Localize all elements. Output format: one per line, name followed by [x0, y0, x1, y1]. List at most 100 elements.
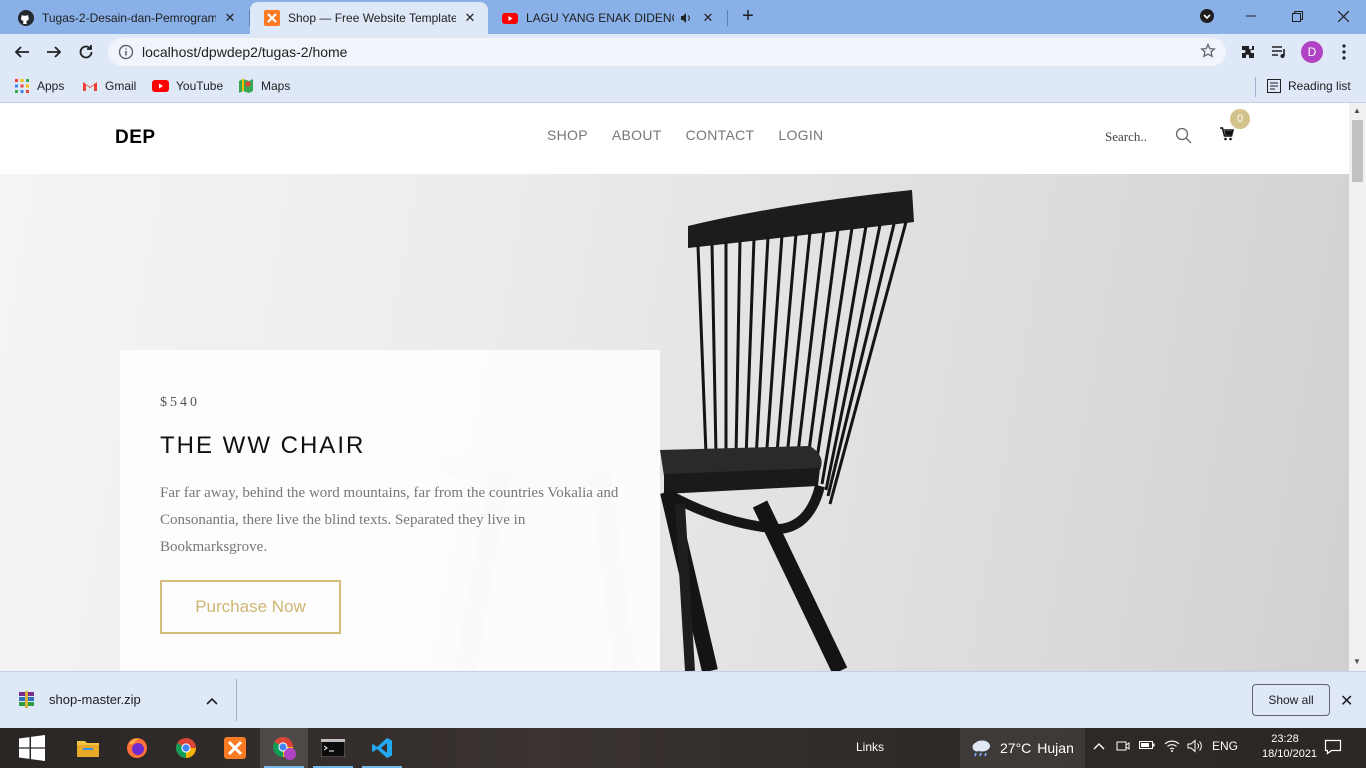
scroll-up-icon[interactable]: ▲ [1353, 106, 1361, 115]
chevron-up-icon[interactable] [206, 692, 218, 710]
windows-taskbar: Links 27°C Hujan ENG 23:28 18/10/2021 [0, 728, 1366, 768]
bookmark-star-icon[interactable] [1200, 42, 1216, 64]
bookmark-youtube[interactable]: YouTube [152, 77, 223, 95]
rain-cloud-icon [970, 738, 992, 758]
bookmark-label: Maps [261, 79, 291, 93]
terminal-icon[interactable] [309, 728, 357, 768]
tab-title: Shop — Free Website Template, F [288, 11, 456, 25]
menu-login[interactable]: LOGIN [778, 127, 823, 143]
main-menu: SHOP ABOUT CONTACT LOGIN [547, 127, 823, 143]
tab-strip: Tugas-2-Desain-dan-Pemrogram ✕ Shop — Fr… [0, 0, 1366, 34]
xampp-icon[interactable] [211, 728, 259, 768]
reading-list-label: Reading list [1288, 79, 1351, 93]
chevron-up-icon[interactable] [1093, 739, 1105, 753]
bookmark-gmail[interactable]: Gmail [82, 77, 136, 95]
extensions-icon[interactable] [1234, 38, 1262, 66]
speaker-icon[interactable] [678, 10, 694, 26]
download-filename: shop-master.zip [49, 692, 141, 707]
site-search-input[interactable]: Search.. [1105, 129, 1147, 145]
maps-icon [238, 78, 254, 94]
forward-button[interactable] [40, 38, 68, 66]
tab-github[interactable]: Tugas-2-Desain-dan-Pemrogram ✕ [4, 2, 248, 34]
close-shelf-icon[interactable]: ✕ [1340, 691, 1353, 711]
tab-title: Tugas-2-Desain-dan-Pemrogram [42, 11, 216, 25]
scroll-down-icon[interactable]: ▼ [1353, 657, 1361, 666]
product-title: THE WW CHAIR [160, 432, 366, 459]
page-scrollbar[interactable]: ▲ ▼ [1349, 103, 1366, 671]
close-tab-icon[interactable]: ✕ [700, 10, 716, 26]
back-button[interactable] [8, 38, 36, 66]
links-toolbar[interactable]: Links [856, 740, 884, 754]
notification-icon[interactable] [1324, 738, 1342, 759]
chrome-profile-icon[interactable] [260, 728, 308, 768]
bookmarks-divider [1255, 77, 1256, 97]
bookmark-label: Gmail [105, 79, 137, 93]
show-all-button[interactable]: Show all [1252, 684, 1330, 716]
weather-widget[interactable]: 27°C Hujan [960, 728, 1085, 768]
minimize-button[interactable] [1228, 0, 1274, 32]
youtube-icon [502, 10, 518, 26]
firefox-icon[interactable] [113, 728, 161, 768]
menu-contact[interactable]: CONTACT [686, 127, 755, 143]
new-tab-button[interactable]: + [736, 5, 760, 29]
input-language[interactable]: ENG [1212, 739, 1238, 753]
meet-now-icon[interactable] [1116, 739, 1130, 756]
hero-banner: $540 THE WW CHAIR Far far away, behind t… [0, 174, 1349, 671]
clock-date: 18/10/2021 [1262, 748, 1318, 760]
clock-time: 23:28 [1271, 733, 1299, 745]
youtube-icon [152, 80, 169, 92]
bookmark-apps[interactable]: Apps [14, 77, 64, 95]
file-explorer-icon[interactable] [64, 728, 112, 768]
windows-start-icon[interactable] [8, 728, 56, 768]
reading-list-icon [1267, 79, 1281, 93]
close-tab-icon[interactable]: ✕ [462, 10, 478, 26]
weather-condition: Hujan [1037, 740, 1074, 756]
site-logo[interactable]: DEP [115, 127, 156, 149]
page-viewport: DEP SHOP ABOUT CONTACT LOGIN Search.. 0 [0, 103, 1349, 671]
close-tab-icon[interactable]: ✕ [222, 10, 238, 26]
purchase-now-button[interactable]: Purchase Now [160, 580, 341, 634]
address-bar[interactable]: localhost/dpwdep2/tugas-2/home [108, 38, 1226, 66]
bookmarks-bar: Apps Gmail YouTube Maps Reading list [0, 70, 1366, 103]
bookmark-maps[interactable]: Maps [238, 77, 290, 95]
product-card: $540 THE WW CHAIR Far far away, behind t… [120, 350, 660, 671]
chrome-icon[interactable] [162, 728, 210, 768]
search-icon[interactable] [1175, 127, 1192, 149]
download-item[interactable]: shop-master.zip [18, 691, 141, 708]
tab-title: LAGU YANG ENAK DIDENGA [526, 11, 674, 25]
wifi-icon[interactable] [1164, 739, 1180, 756]
reading-list-button[interactable]: Reading list [1267, 77, 1351, 95]
gmail-icon [82, 80, 98, 92]
tab-youtube[interactable]: LAGU YANG ENAK DIDENGA ✕ [488, 2, 726, 34]
reload-button[interactable] [72, 38, 100, 66]
profile-avatar[interactable]: D [1301, 41, 1323, 63]
bookmark-label: YouTube [176, 79, 224, 93]
menu-shop[interactable]: SHOP [547, 127, 588, 143]
apps-grid-icon [14, 78, 30, 94]
weather-temperature: 27°C [1000, 740, 1032, 756]
menu-about[interactable]: ABOUT [612, 127, 662, 143]
site-navbar: DEP SHOP ABOUT CONTACT LOGIN Search.. 0 [0, 103, 1349, 174]
close-window-button[interactable] [1320, 0, 1366, 32]
vscode-icon[interactable] [358, 728, 406, 768]
restore-button[interactable] [1274, 0, 1320, 32]
github-icon [18, 10, 34, 26]
product-description: Far far away, behind the word mountains,… [160, 485, 619, 555]
scrollbar-thumb[interactable] [1352, 120, 1363, 182]
download-shelf: shop-master.zip Show all ✕ [0, 671, 1366, 728]
xampp-icon [264, 10, 280, 26]
tab-shop[interactable]: Shop — Free Website Template, F ✕ [250, 2, 488, 34]
zip-file-icon [18, 691, 35, 708]
site-info-icon[interactable] [118, 44, 134, 65]
shelf-divider [236, 679, 237, 721]
cart-count-badge: 0 [1230, 109, 1250, 129]
cart-icon[interactable] [1220, 127, 1235, 146]
url-text: localhost/dpwdep2/tugas-2/home [142, 44, 348, 60]
media-control-icon[interactable] [1265, 38, 1293, 66]
browser-toolbar: localhost/dpwdep2/tugas-2/home [0, 34, 1366, 70]
chrome-menu-icon[interactable] [1330, 38, 1358, 66]
system-clock[interactable]: 23:28 18/10/2021 [1262, 732, 1318, 762]
tab-search-icon[interactable] [1184, 0, 1230, 32]
battery-icon[interactable] [1139, 739, 1155, 754]
volume-icon[interactable] [1187, 739, 1203, 756]
